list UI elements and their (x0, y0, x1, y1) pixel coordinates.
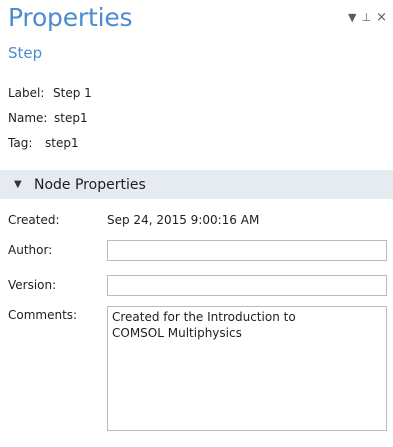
comments-label: Comments: (8, 308, 78, 322)
close-icon[interactable]: × (376, 11, 387, 24)
dropdown-arrow-icon[interactable]: ▼ (348, 12, 356, 23)
label-row: Label: Step 1 (8, 83, 92, 103)
created-label: Created: (8, 213, 60, 227)
collapse-triangle-icon[interactable]: ▼ (14, 179, 32, 190)
author-field[interactable] (107, 240, 387, 261)
name-key: Name: (8, 111, 48, 125)
comments-textarea[interactable]: Created for the Introduction to COMSOL M… (107, 306, 387, 431)
section-title: Node Properties (34, 176, 146, 193)
window-controls: ▼ ⊥ × (348, 8, 387, 26)
name-value: step1 (54, 111, 88, 125)
created-value: Sep 24, 2015 9:00:16 AM (107, 213, 260, 227)
node-properties-section-header[interactable]: ▼ Node Properties (0, 170, 393, 199)
label-value: Step 1 (53, 86, 92, 100)
pin-icon[interactable]: ⊥ (362, 12, 372, 23)
name-row: Name: step1 (8, 108, 88, 128)
panel-title: Properties (8, 3, 133, 32)
label-key: Label: (8, 86, 45, 100)
tag-row: Tag: step1 (8, 133, 79, 153)
version-field[interactable] (107, 275, 387, 296)
tag-key: Tag: (8, 136, 33, 150)
author-label: Author: (8, 243, 53, 257)
tag-value: step1 (45, 136, 79, 150)
version-label: Version: (8, 278, 57, 292)
panel-subtitle: Step (8, 44, 43, 62)
